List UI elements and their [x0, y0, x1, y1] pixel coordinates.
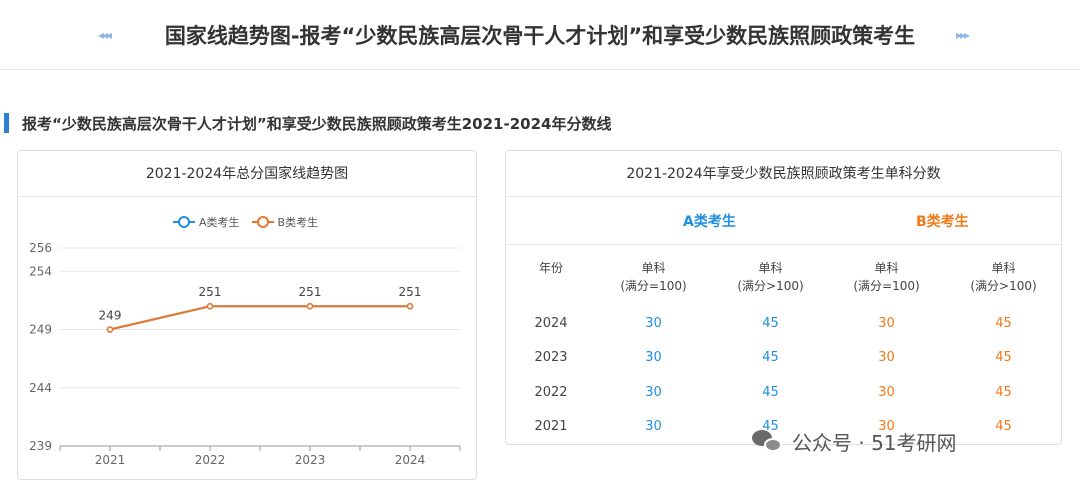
- col-header-a-100: 单科 (满分=100): [620, 261, 687, 293]
- group-a-label: A类考生: [683, 214, 736, 230]
- table-card-title: 2021-2024年享受少数民族照顾政策考生单科分数: [506, 151, 1061, 197]
- cell-a-100: 30: [645, 350, 662, 365]
- line-chart: 239 244 249 254 256 2021 2022 2023 2024 249 251 251…: [29, 241, 461, 467]
- col-header-year: 年份: [538, 261, 563, 275]
- cell-a-gt100: 45: [762, 385, 779, 400]
- cell-b-100: 30: [878, 316, 895, 331]
- x-tick-label: 2021: [95, 453, 126, 467]
- cell-b-gt100: 45: [995, 350, 1012, 365]
- data-label: 251: [399, 285, 422, 299]
- table-group-header: A类考生 B类考生: [506, 197, 1063, 245]
- series-line-b: [109, 305, 410, 331]
- x-tick-label: 2023: [295, 453, 326, 467]
- y-tick-label: 249: [29, 323, 52, 337]
- cell-year: 2023: [534, 350, 568, 365]
- data-point-b: [306, 302, 314, 310]
- data-point-b: [206, 302, 214, 310]
- cell-year: 2021: [534, 419, 568, 434]
- y-tick-label: 256: [29, 241, 52, 255]
- data-point-b: [106, 326, 114, 333]
- chart-card: 2021-2024年总分国家线趋势图 A类考生 B类考生 239 244 249 25…: [17, 150, 477, 480]
- cell-a-100: 30: [645, 316, 662, 331]
- col-header-b-100: 单科 (满分=100): [853, 261, 920, 293]
- series-line-a: [109, 305, 410, 331]
- data-label: 251: [299, 285, 322, 299]
- cell-b-gt100: 45: [995, 385, 1012, 400]
- table-card: 2021-2024年享受少数民族照顾政策考生单科分数 A类考生 B类考生 年份 …: [505, 150, 1063, 445]
- cell-a-100: 30: [645, 419, 662, 434]
- page-title: 国家线趋势图-报考“少数民族高层次骨干人才计划”和享受少数民族照顾政策考生: [164, 24, 916, 48]
- col-header-b-gt100: 单科 (满分>100): [970, 261, 1037, 293]
- cell-year: 2022: [534, 385, 568, 400]
- data-point-b: [406, 302, 414, 310]
- section-title: 报考“少数民族高层次骨干人才计划”和享受少数民族照顾政策考生2021-2024年…: [22, 115, 612, 133]
- data-label: 251: [199, 285, 222, 299]
- watermark-text: 公众号 · 51考研网: [792, 431, 957, 455]
- cell-year: 2024: [534, 316, 568, 331]
- right-arrows-icon: ▸▸▸: [956, 28, 970, 42]
- col-header-a-gt100: 单科 (满分>100): [737, 261, 804, 293]
- cell-b-100: 30: [878, 385, 895, 400]
- cell-a-gt100: 45: [762, 350, 779, 365]
- cell-b-gt100: 45: [995, 419, 1012, 434]
- data-label: 249: [99, 309, 122, 323]
- cell-b-100: 30: [878, 350, 895, 365]
- page-header: ◂◂◂ 国家线趋势图-报考“少数民族高层次骨干人才计划”和享受少数民族照顾政策考…: [0, 0, 1080, 70]
- section-accent-bar: [4, 113, 9, 133]
- cell-a-gt100: 45: [762, 316, 779, 331]
- group-b-label: B类考生: [916, 214, 969, 230]
- x-tick-label: 2022: [195, 453, 226, 467]
- wechat-icon: [752, 428, 784, 456]
- chart-card-title: 2021-2024年总分国家线趋势图: [18, 151, 476, 197]
- cell-a-100: 30: [645, 385, 662, 400]
- watermark: 公众号 · 51考研网: [752, 427, 957, 456]
- y-tick-label: 254: [29, 264, 52, 278]
- cell-b-gt100: 45: [995, 316, 1012, 331]
- y-tick-label: 244: [29, 381, 52, 395]
- x-tick-label: 2024: [395, 453, 426, 467]
- y-tick-label: 239: [29, 439, 52, 453]
